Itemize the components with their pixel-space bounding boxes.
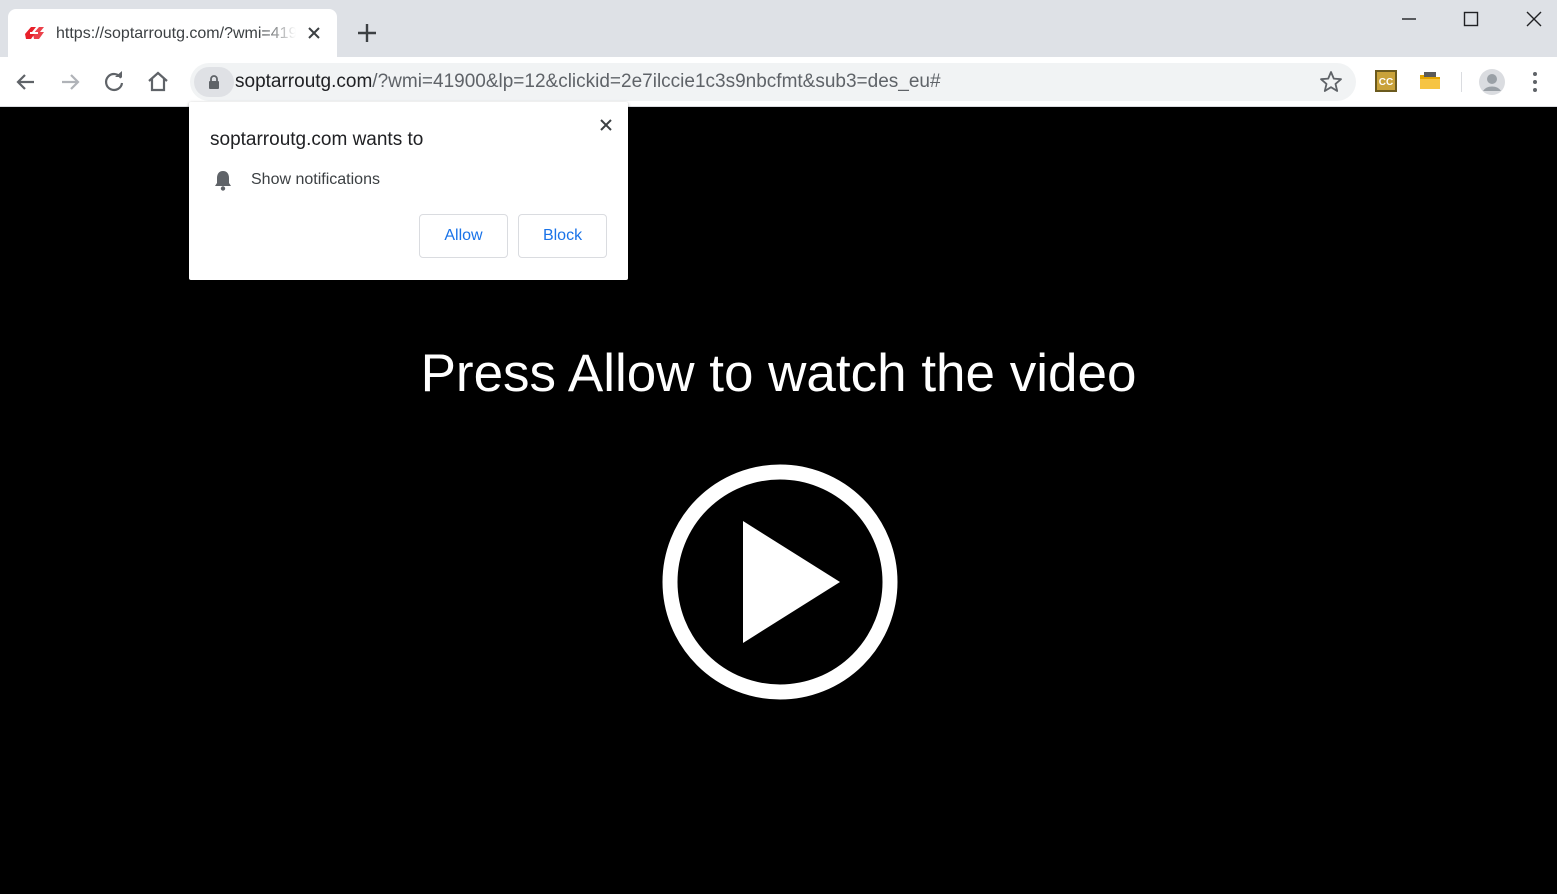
- url-path: /?wmi=41900&lp=12&clickid=2e7ilccie1c3s9…: [372, 71, 941, 92]
- profile-avatar-icon[interactable]: [1478, 68, 1506, 96]
- url-host: soptarroutg.com: [235, 71, 373, 92]
- play-circle-icon[interactable]: [660, 463, 900, 703]
- lock-icon: [209, 75, 219, 89]
- prompt-title: soptarroutg.com wants to: [210, 129, 424, 150]
- permission-label: Show notifications: [251, 171, 380, 188]
- block-button[interactable]: Block: [518, 214, 607, 258]
- forward-arrow-icon[interactable]: [57, 69, 83, 95]
- site-info-chip[interactable]: [194, 67, 234, 97]
- red-chain-favicon-icon: [25, 27, 44, 39]
- tab-strip: https://soptarroutg.com/?wmi=41900&lp=12…: [0, 0, 1557, 57]
- allow-button[interactable]: Allow: [419, 214, 508, 258]
- address-bar[interactable]: soptarroutg.com/?wmi=41900&lp=12&clickid…: [190, 63, 1356, 101]
- bell-icon: [215, 171, 231, 191]
- cc-extension-icon[interactable]: CC: [1374, 69, 1398, 93]
- active-tab[interactable]: https://soptarroutg.com/?wmi=41900&lp=12…: [8, 9, 337, 57]
- home-icon[interactable]: [145, 69, 171, 95]
- minimize-icon[interactable]: [1387, 6, 1431, 32]
- window-close-icon[interactable]: [1512, 6, 1556, 32]
- maximize-icon[interactable]: [1449, 6, 1493, 32]
- reload-icon[interactable]: [101, 69, 127, 95]
- new-tab-plus-icon[interactable]: [354, 20, 380, 46]
- tab-close-icon[interactable]: [304, 23, 324, 43]
- bookmark-star-icon[interactable]: [1318, 69, 1344, 95]
- url-text[interactable]: soptarroutg.com/?wmi=41900&lp=12&clickid…: [235, 71, 941, 93]
- page-headline: Press Allow to watch the video: [420, 344, 1137, 403]
- prompt-close-icon[interactable]: [596, 115, 616, 135]
- browser-toolbar: soptarroutg.com/?wmi=41900&lp=12&clickid…: [0, 57, 1557, 107]
- tab-title: https://soptarroutg.com/?wmi=41900&lp=12…: [56, 25, 296, 42]
- notification-permission-prompt: soptarroutg.com wants to Show notificati…: [189, 102, 628, 280]
- svg-text:CC: CC: [1379, 77, 1393, 88]
- browser-window: https://soptarroutg.com/?wmi=41900&lp=12…: [0, 0, 1557, 894]
- kebab-menu-icon[interactable]: [1522, 69, 1548, 95]
- back-arrow-icon[interactable]: [13, 69, 39, 95]
- toolbar-divider: [1461, 72, 1462, 92]
- folder-extension-icon[interactable]: [1418, 69, 1442, 93]
